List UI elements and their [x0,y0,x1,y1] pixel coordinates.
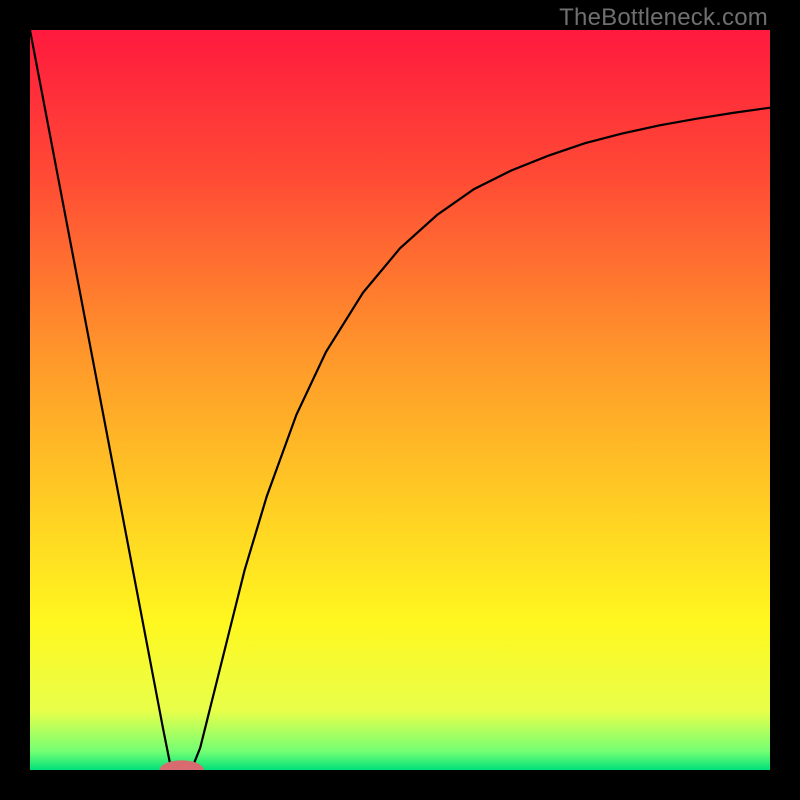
bottleneck-chart [30,30,770,770]
watermark-text: TheBottleneck.com [559,4,768,32]
gradient-background [30,30,770,770]
chart-frame [30,30,770,770]
